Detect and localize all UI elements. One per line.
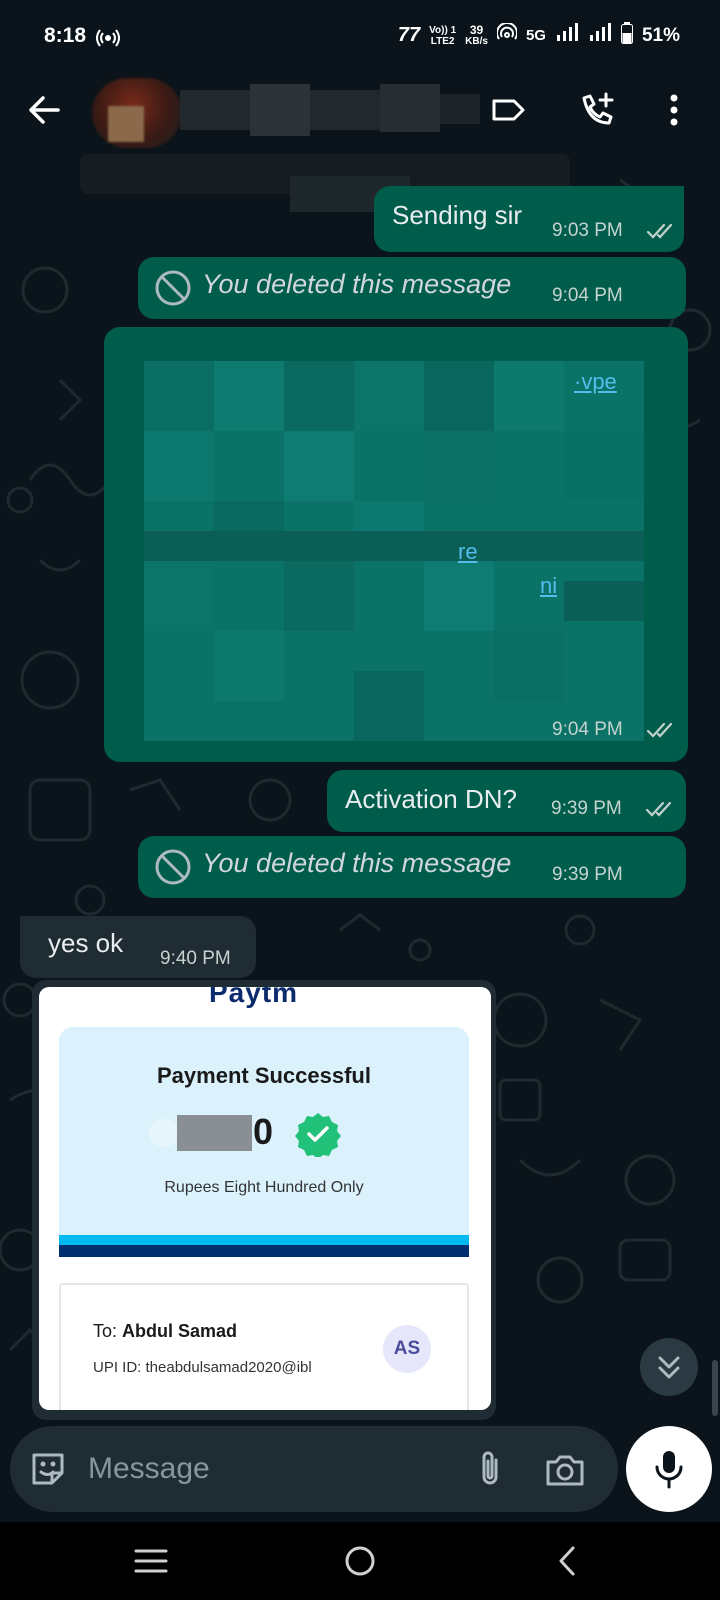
status-time: 8:18 [44,24,87,47]
message-time: 9:39 PM [552,864,623,885]
deleted-message-text: You deleted this message [202,848,512,878]
amount-digit: 0 [253,1111,274,1152]
message-input[interactable] [88,1444,448,1494]
recent-apps-icon[interactable] [128,1538,174,1584]
deleted-message-text: You deleted this message [202,269,512,299]
signal-icon [555,23,579,48]
attach-icon[interactable] [470,1448,510,1490]
message-bubble-redacted[interactable]: ·vpe re ni 9:04 PM [104,327,688,762]
redacted-content [144,361,644,741]
microphone-icon [655,1451,683,1489]
payment-success-panel: Payment Successful 0 Rupees Eight Hundre… [59,1027,469,1257]
scrollbar[interactable] [712,1360,718,1416]
link-fragment[interactable]: ni [540,573,557,599]
avatar[interactable] [92,78,182,148]
back-nav-icon[interactable] [545,1538,591,1584]
read-ticks-icon [645,801,672,817]
speed-unit: KB/s [465,35,488,47]
amount-in-words: Rupees Eight Hundred Only [164,1179,364,1196]
to-label: To: [93,1321,118,1341]
deleted-ban-icon [155,270,191,306]
recipient-line: To: Abdul Samad [93,1321,237,1342]
speed-value: 39 [469,22,484,37]
paytm-logo: Paytm [209,987,299,1008]
recipient-panel: To: Abdul Samad UPI ID: theabdulsamad202… [59,1283,469,1410]
deleted-ban-icon [155,849,191,885]
message-bubble-deleted[interactable]: You deleted this message 9:39 PM [138,836,686,898]
message-bubble-deleted[interactable]: You deleted this message 9:04 PM [138,257,686,319]
signal-icon-2 [588,23,612,48]
message-composer [10,1426,618,1512]
message-text: yes ok [48,928,124,958]
battery-icon [620,22,633,49]
network-speed: 39 KB/s [465,22,488,47]
redacted-amount [149,1119,179,1147]
message-time: 9:03 PM [552,220,623,241]
chat-header [0,76,720,160]
link-fragment[interactable]: ·vpe [574,369,617,395]
double-chevron-down-icon [658,1356,680,1379]
system-nav-bar [0,1522,720,1600]
redacted-amount [177,1115,252,1151]
brand-stripe [59,1245,469,1257]
camera-icon[interactable] [544,1450,586,1490]
payment-receipt-image[interactable]: Paytm Payment Successful 0 Rupees Eight … [39,987,491,1410]
message-text: Activation DN? [345,784,517,814]
message-bubble-incoming[interactable]: yes ok 9:40 PM [20,916,256,978]
message-time: 9:39 PM [551,798,622,819]
message-time: 9:04 PM [552,719,623,740]
emoji-sticker-icon[interactable] [28,1449,68,1489]
message-bubble-outgoing[interactable]: Sending sir 9:03 PM [374,186,684,252]
message-time: 9:40 PM [160,948,231,969]
more-vert-icon[interactable] [662,90,686,130]
recipient-initials-avatar: AS [383,1325,431,1373]
read-ticks-icon [646,223,673,239]
scroll-to-bottom-button[interactable] [640,1338,698,1396]
verified-check-icon [295,1113,341,1157]
add-call-icon[interactable] [578,90,618,130]
status-bar: 8:18 77 Vo)) 1 LTE2 39 KB/s 5G 51% [0,0,720,76]
volte-label: Vo)) 1 LTE2 [429,24,457,47]
message-bubble-outgoing[interactable]: Activation DN? 9:39 PM [327,770,686,832]
payment-title: Payment Successful [157,1063,371,1088]
link-fragment[interactable]: re [458,539,478,565]
network-type: 5G [525,27,546,44]
upi-label: UPI ID: [93,1359,142,1376]
hotspot-icon [96,28,120,53]
voice-record-button[interactable] [626,1426,712,1512]
wifi-hotspot-icon [496,22,518,48]
carrier-icon: 77 [397,24,421,46]
label-icon[interactable] [488,90,528,130]
back-arrow-icon[interactable] [24,90,64,130]
battery-percent: 51% [641,24,680,46]
home-icon[interactable] [337,1538,383,1584]
upi-id: theabdulsamad2020@ibl [145,1359,312,1376]
brand-stripe [59,1235,469,1245]
contact-name[interactable] [180,84,480,142]
upi-line: UPI ID: theabdulsamad2020@ibl [93,1359,312,1376]
message-text: Sending sir [392,200,523,230]
read-ticks-icon [646,722,673,738]
message-time: 9:04 PM [552,285,623,306]
recipient-name: Abdul Samad [122,1321,238,1341]
